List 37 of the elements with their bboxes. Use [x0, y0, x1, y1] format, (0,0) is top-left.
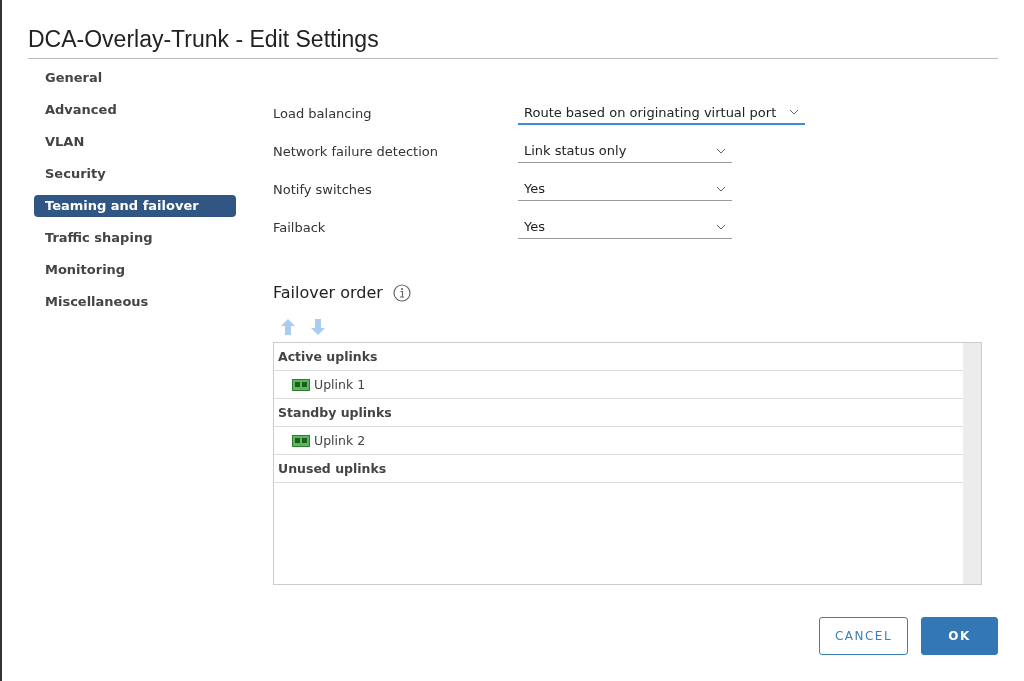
list-item[interactable]: Uplink 1 [274, 371, 963, 399]
group-header: Active uplinks [274, 343, 963, 371]
sidebar-item[interactable]: Monitoring [34, 259, 236, 281]
window-title: DCA-Overlay-Trunk - Edit Settings [28, 26, 998, 59]
list-item[interactable]: Uplink 2 [274, 427, 963, 455]
chevron-down-icon [789, 109, 799, 115]
group-header: Standby uplinks [274, 399, 963, 427]
network-card-icon [292, 434, 310, 447]
cancel-button[interactable]: CANCEL [819, 617, 908, 655]
network-card-icon [292, 378, 310, 391]
dropdown[interactable]: Yes [518, 177, 732, 201]
move-up-icon[interactable] [280, 318, 296, 336]
sidebar-item[interactable]: Miscellaneous [34, 291, 236, 313]
sidebar-item[interactable]: Traffic shaping [34, 227, 236, 249]
section-title: Failover order [273, 283, 383, 302]
sidebar-item[interactable]: Teaming and failover [34, 195, 236, 217]
dropdown[interactable]: Route based on originating virtual port [518, 101, 805, 125]
uplink-name: Uplink 2 [314, 433, 366, 448]
sidebar-item[interactable]: Advanced [34, 99, 236, 121]
scrollbar[interactable] [963, 343, 981, 584]
field-label: Failback [273, 219, 327, 235]
chevron-down-icon [716, 185, 726, 192]
uplink-name: Uplink 1 [314, 377, 366, 392]
field-label: Network failure detection [273, 143, 439, 159]
dropdown[interactable]: Link status only [518, 139, 732, 163]
info-icon[interactable] [392, 283, 411, 302]
chevron-down-icon [716, 223, 726, 230]
move-down-icon[interactable] [310, 318, 326, 336]
sidebar-item[interactable]: VLAN [34, 131, 236, 153]
chevron-down-icon [716, 147, 726, 154]
dropdown[interactable]: Yes [518, 215, 732, 239]
field-label: Notify switches [273, 181, 373, 197]
ok-button[interactable]: OK [921, 617, 998, 655]
sidebar-item[interactable]: General [34, 67, 236, 89]
sidebar-item[interactable]: Security [34, 163, 236, 185]
group-header: Unused uplinks [274, 455, 963, 483]
field-label: Load balancing [273, 105, 373, 121]
